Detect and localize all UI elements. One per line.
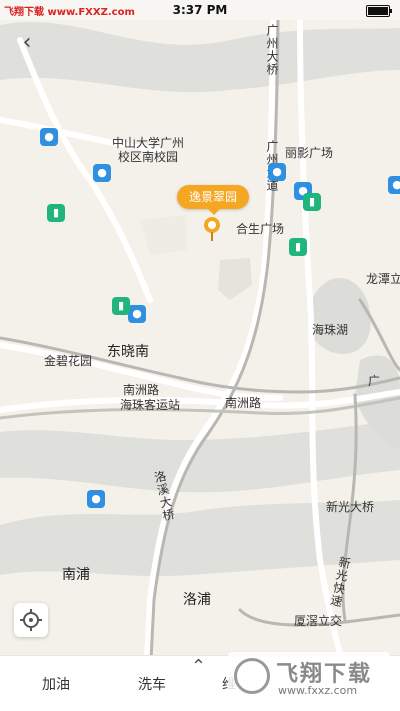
gas-station-icon[interactable]: ●	[388, 176, 400, 194]
label-sysu: 中山大学广州 校区南校园	[112, 136, 185, 164]
label-nanpu: 南浦	[62, 567, 90, 583]
label-longtan: 龙潭立交	[366, 272, 400, 286]
locate-button[interactable]	[14, 603, 48, 637]
label-edge: 广	[368, 374, 381, 388]
watermark-url: www.fxxz.com	[278, 684, 358, 697]
gas-station-icon[interactable]: ●	[40, 128, 58, 146]
status-time: 3:37 PM	[172, 3, 228, 17]
gas-station-icon[interactable]: ●	[93, 164, 111, 182]
charging-station-icon[interactable]: ▮	[112, 297, 130, 315]
label-nanzhou-road-2: 南洲路	[225, 396, 262, 410]
charging-station-icon[interactable]: ▮	[47, 204, 65, 222]
gas-station-icon[interactable]: ●	[87, 490, 105, 508]
gas-station-icon[interactable]: ●	[268, 163, 286, 181]
watermark: 飞翔下载 www.fxxz.com	[228, 652, 390, 702]
battery-icon	[366, 5, 392, 17]
watermark-logo-icon	[234, 658, 270, 694]
gas-station-icon[interactable]: ●	[128, 305, 146, 323]
label-jinbi: 金碧花园	[44, 354, 93, 368]
label-liying: 丽影广场	[285, 146, 334, 160]
chevron-up-icon[interactable]: ⌃	[191, 656, 206, 677]
back-button[interactable]: ‹	[12, 28, 42, 58]
label-hesheng: 合生广场	[236, 222, 285, 236]
label-haizhu-pier: 海珠客运站	[120, 398, 181, 412]
status-bar: 飞翔下载 www.FXXZ.com 3:37 PM	[0, 0, 400, 20]
charging-station-icon[interactable]: ▮	[289, 238, 307, 256]
label-luopu: 洛浦	[183, 592, 211, 608]
crosshair-icon	[20, 609, 42, 631]
charging-station-icon[interactable]: ▮	[303, 193, 321, 211]
location-pin-icon[interactable]	[204, 217, 220, 241]
label-guangzhou-bridge: 广州大桥	[265, 24, 279, 76]
selected-place-bubble[interactable]: 逸景翠园	[177, 185, 249, 215]
tab-wash[interactable]: 洗车	[138, 674, 166, 694]
label-haizhu-lake: 海珠湖	[312, 323, 349, 337]
label-dongxiaonan: 东晓南	[107, 344, 149, 360]
tab-fuel[interactable]: 加油	[42, 674, 70, 694]
label-xiajiao: 厦滘立交	[294, 614, 343, 628]
label-xinguang-bridge: 新光大桥	[326, 500, 375, 514]
